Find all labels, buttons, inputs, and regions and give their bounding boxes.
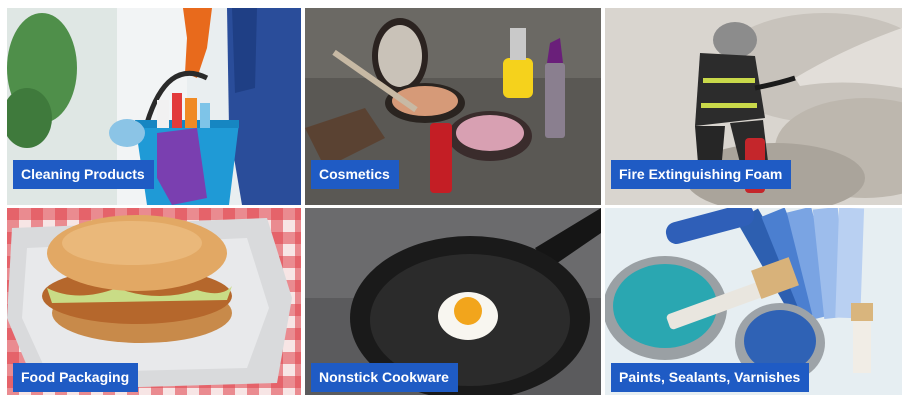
tile-label: Paints, Sealants, Varnishes	[611, 363, 810, 392]
tile-cleaning-products[interactable]: Cleaning Products	[7, 8, 301, 205]
tile-label: Fire Extinguishing Foam	[611, 160, 792, 189]
tile-label: Cleaning Products	[13, 160, 154, 189]
tile-food-packaging[interactable]: Food Packaging	[7, 208, 301, 395]
tile-label: Cosmetics	[311, 160, 399, 189]
tile-cosmetics[interactable]: Cosmetics	[305, 8, 601, 205]
product-category-grid: Cleaning Products Cosmetics Fire Extingu…	[0, 0, 909, 401]
tile-nonstick-cookware[interactable]: Nonstick Cookware	[305, 208, 601, 395]
tile-fire-extinguishing-foam[interactable]: Fire Extinguishing Foam	[605, 8, 902, 205]
tile-label: Food Packaging	[13, 363, 139, 392]
tile-label: Nonstick Cookware	[311, 363, 458, 392]
tile-paints-sealants-varnishes[interactable]: Paints, Sealants, Varnishes	[605, 208, 902, 395]
